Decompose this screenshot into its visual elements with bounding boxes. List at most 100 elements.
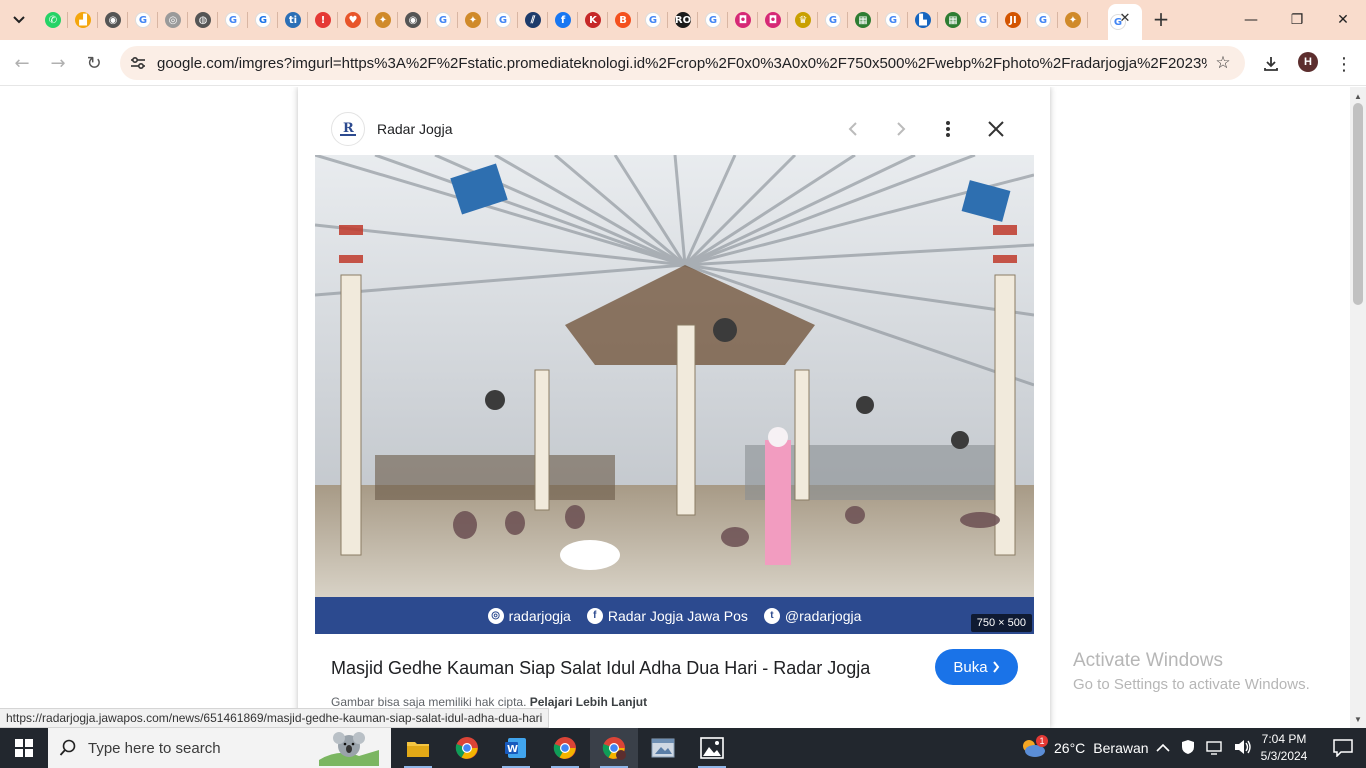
close-window-button[interactable]: ✕ <box>1320 0 1366 40</box>
tab-item[interactable]: ◘ <box>758 0 788 40</box>
copyright-notice: Gambar bisa saja memiliki hak cipta. Pel… <box>331 695 647 709</box>
page-scrollbar[interactable]: ▲ ▼ <box>1350 87 1366 728</box>
scrollbar-thumb[interactable] <box>1353 103 1363 305</box>
tab-item[interactable]: ✆ <box>38 0 68 40</box>
next-image-icon[interactable] <box>887 115 915 143</box>
notification-center-icon[interactable] <box>1320 728 1366 768</box>
volume-icon[interactable] <box>1234 739 1252 758</box>
tab-item[interactable]: G <box>638 0 668 40</box>
site-settings-icon[interactable] <box>128 53 148 73</box>
tab-item[interactable]: ◍ <box>188 0 218 40</box>
tab-item[interactable]: RO <box>668 0 698 40</box>
chrome-icon <box>553 737 576 759</box>
tab-item[interactable]: G <box>818 0 848 40</box>
orange-app-icon: B <box>615 12 631 28</box>
new-tab-button[interactable]: + <box>1150 7 1172 31</box>
minimize-button[interactable]: — <box>1228 0 1274 40</box>
twitter-handle: @radarjogja <box>784 607 862 624</box>
back-button[interactable]: ← <box>7 48 37 78</box>
chrome-taskbar-button[interactable] <box>443 728 491 768</box>
tab-item[interactable]: ▦ <box>938 0 968 40</box>
tab-item[interactable]: ▦ <box>848 0 878 40</box>
photos-taskbar-button[interactable] <box>688 728 736 768</box>
close-tab-icon[interactable]: ✕ <box>1116 9 1134 27</box>
tab-item[interactable]: ✦ <box>368 0 398 40</box>
profile-avatar[interactable]: H <box>1298 52 1318 72</box>
search-placeholder: Type here to search <box>88 739 221 757</box>
tab-item[interactable]: JI <box>998 0 1028 40</box>
chrome-active-taskbar-button[interactable] <box>590 728 638 768</box>
jurnal-icon: JI <box>1005 12 1021 28</box>
restore-button[interactable]: ❐ <box>1274 0 1320 40</box>
visit-button[interactable]: Buka <box>935 649 1018 685</box>
tab-item[interactable]: ✦ <box>1058 0 1088 40</box>
scroll-up-arrow-icon[interactable]: ▲ <box>1350 89 1366 103</box>
file-explorer-taskbar-button[interactable] <box>394 728 442 768</box>
tab-item[interactable]: f <box>548 0 578 40</box>
tab-list: ✆ ▟ ◉ G ◎ ◍ G Gti! ♥ ✦ ◉ G ✦ G ⫽ f K B G RO G ◘ ◘ ♛ G ▦ G ▙ ▦ G JI G ✦ <box>38 0 1088 40</box>
learn-more-link[interactable]: Pelajari Lebih Lanjut <box>530 695 647 709</box>
source-logo[interactable]: R <box>331 112 365 146</box>
source-name[interactable]: Radar Jogja <box>377 121 453 137</box>
viewer-header: R Radar Jogja <box>331 111 1021 147</box>
tab-item[interactable]: ◎ <box>158 0 188 40</box>
preview-image[interactable]: ◎ radarjogja f Radar Jogja Jawa Pos t @r… <box>315 155 1034 634</box>
security-shield-icon[interactable] <box>1180 739 1196 758</box>
bookmark-star-icon[interactable]: ☆ <box>1213 53 1233 73</box>
facebook-icon: f <box>555 12 571 28</box>
tab-item[interactable]: G <box>488 0 518 40</box>
tab-item[interactable]: G <box>968 0 998 40</box>
show-hidden-icons-chevron-icon[interactable] <box>1156 740 1170 756</box>
heart-icon: ♥ <box>345 12 361 28</box>
tab-item[interactable]: ◉ <box>398 0 428 40</box>
tab-item[interactable]: ▙ <box>908 0 938 40</box>
taskbar-clock[interactable]: 7:04 PM 5/3/2024 <box>1252 731 1316 765</box>
network-icon[interactable] <box>1206 739 1224 758</box>
tab-item[interactable]: B <box>608 0 638 40</box>
tab-item[interactable]: ⫽ <box>518 0 548 40</box>
bar-icon: ▙ <box>915 12 931 28</box>
globe-icon: ◍ <box>195 12 211 28</box>
tab-item[interactable]: G <box>1028 0 1058 40</box>
chrome-profile-taskbar-button[interactable] <box>541 728 589 768</box>
tab-item[interactable]: ti <box>278 0 308 40</box>
crest-icon: ♛ <box>795 12 811 28</box>
image-title-link[interactable]: Masjid Gedhe Kauman Siap Salat Idul Adha… <box>331 658 870 679</box>
scroll-down-arrow-icon[interactable]: ▼ <box>1350 712 1366 726</box>
tab-item[interactable]: ◉ <box>98 0 128 40</box>
tab-item[interactable]: ▟ <box>68 0 98 40</box>
tab-item[interactable]: G <box>218 0 248 40</box>
tab-item[interactable]: ♥ <box>338 0 368 40</box>
watermark-title: Activate Windows <box>1073 650 1223 671</box>
tab-item[interactable]: ♛ <box>788 0 818 40</box>
reload-button[interactable]: ↻ <box>79 48 109 78</box>
start-button[interactable] <box>0 728 48 768</box>
activate-windows-watermark: Activate Windows Go to Settings to activ… <box>1073 650 1310 693</box>
tab-item[interactable]: ! <box>308 0 338 40</box>
previous-image-icon[interactable] <box>839 115 867 143</box>
download-icon[interactable] <box>1259 52 1283 76</box>
google-icon: G <box>1035 12 1051 28</box>
tab-item[interactable]: G <box>248 0 278 40</box>
weather-widget[interactable]: 1 26°C Berawan <box>1018 728 1149 768</box>
browser-menu-icon[interactable]: ⋮ <box>1334 52 1354 76</box>
word-taskbar-button[interactable]: W <box>492 728 540 768</box>
close-viewer-icon[interactable] <box>982 115 1010 143</box>
media-app-taskbar-button[interactable] <box>639 728 687 768</box>
tab-item[interactable]: G <box>698 0 728 40</box>
tab-item[interactable]: G <box>878 0 908 40</box>
tab-item[interactable]: K <box>578 0 608 40</box>
more-options-icon[interactable] <box>934 115 962 143</box>
address-bar[interactable]: google.com/imgres?imgurl=https%3A%2F%2Fs… <box>120 46 1245 80</box>
tab-search-button[interactable] <box>6 8 32 32</box>
mosque-interior-photo <box>315 155 1034 597</box>
weather-cloud-icon: 1 <box>1018 733 1048 763</box>
tab-item[interactable]: ✦ <box>458 0 488 40</box>
tab-item[interactable]: G <box>128 0 158 40</box>
tab-item[interactable]: ◘ <box>728 0 758 40</box>
forward-button[interactable]: → <box>43 48 73 78</box>
google-icon: G <box>885 12 901 28</box>
tab-item[interactable]: G <box>428 0 458 40</box>
image-social-bar: ◎ radarjogja f Radar Jogja Jawa Pos t @r… <box>315 597 1034 634</box>
taskbar-search-box[interactable]: Type here to search <box>48 728 391 768</box>
